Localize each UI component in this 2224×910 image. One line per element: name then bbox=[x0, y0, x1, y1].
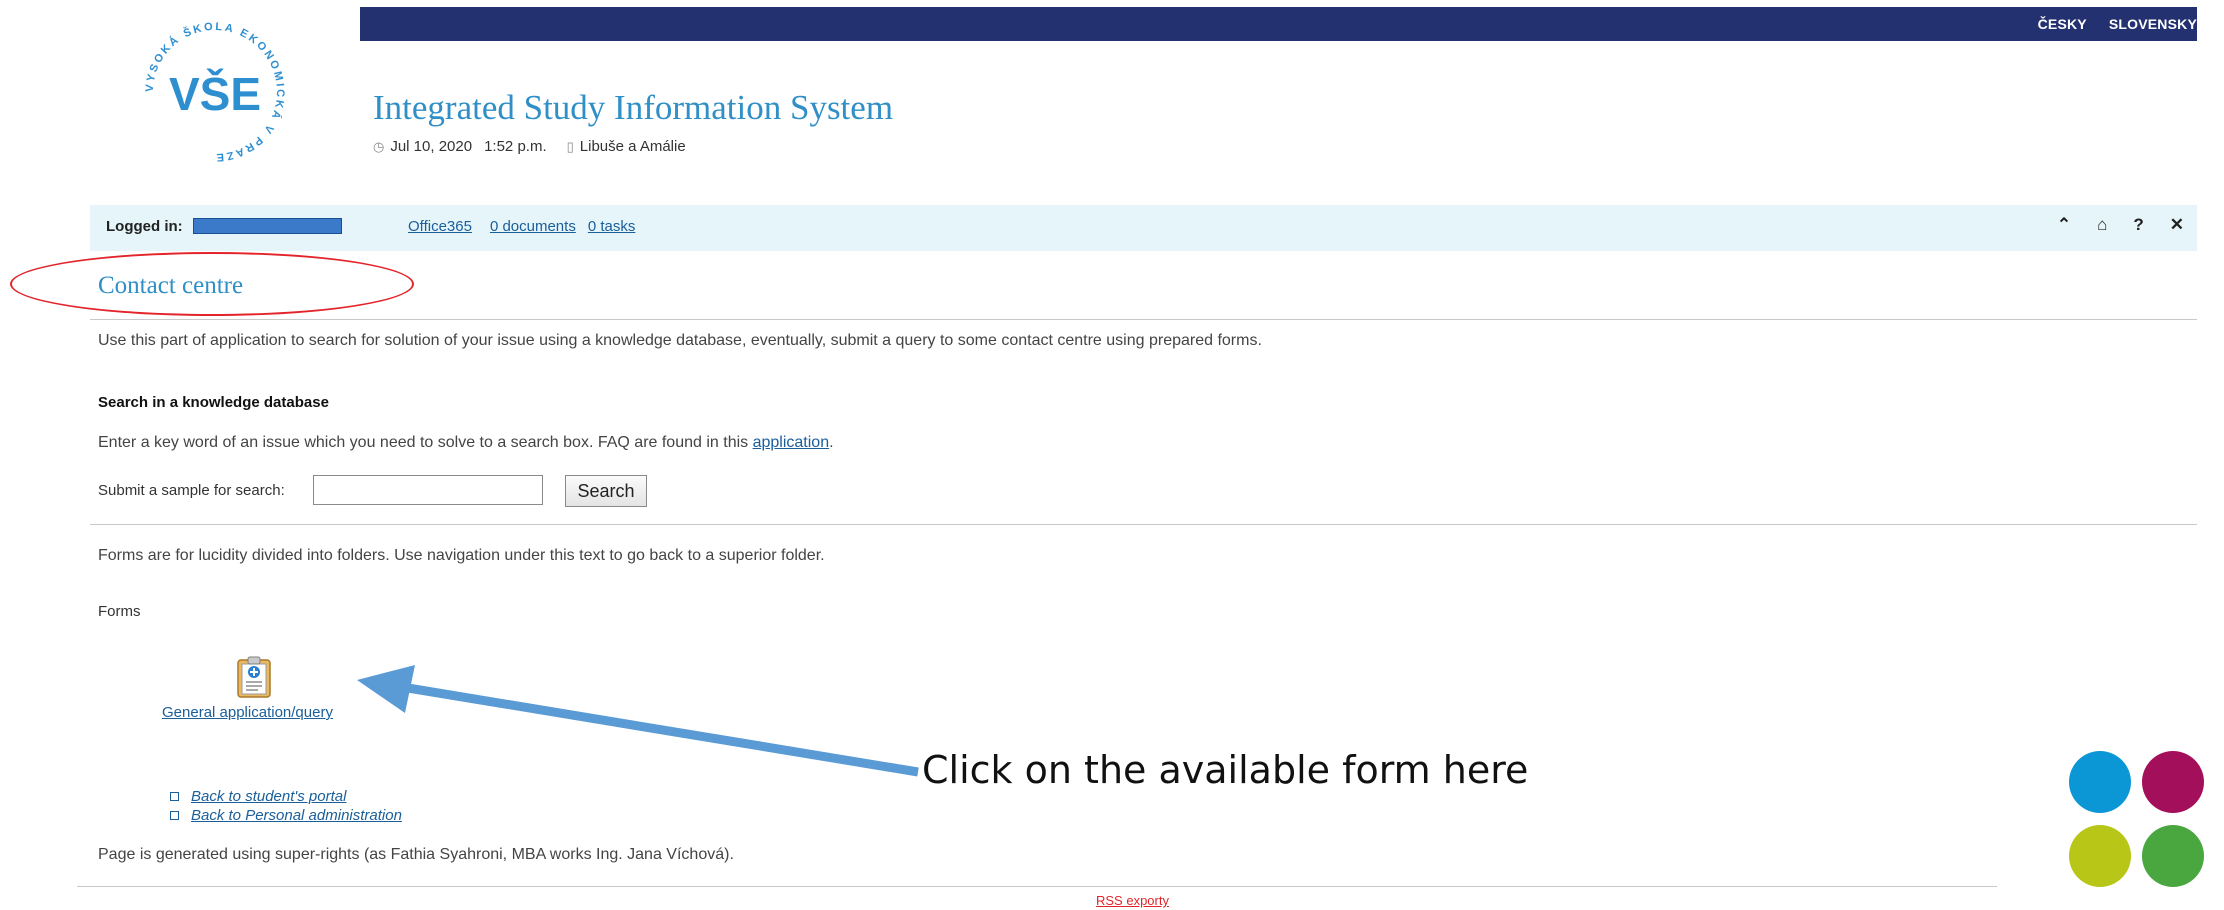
application-link[interactable]: application bbox=[753, 434, 830, 451]
search-button[interactable]: Search bbox=[565, 475, 647, 507]
rss-export-link[interactable]: RSS exporty bbox=[1096, 893, 1169, 908]
divider bbox=[90, 524, 2197, 525]
brand-dot-green bbox=[2142, 825, 2204, 887]
search-label: Submit a sample for search: bbox=[98, 482, 285, 499]
forms-heading: Forms bbox=[98, 603, 141, 620]
top-banner bbox=[360, 7, 2197, 41]
documents-link[interactable]: 0 documents bbox=[490, 218, 576, 235]
annotation-text: Click on the available form here bbox=[922, 748, 1529, 792]
calendar-icon: ▯ bbox=[566, 138, 574, 154]
login-bar-links: Office365 0 documents 0 tasks bbox=[408, 218, 635, 235]
back-navigation: Back to student's portal Back to Persona… bbox=[170, 787, 402, 825]
back-to-personal-admin-link[interactable]: Back to Personal administration bbox=[191, 807, 402, 824]
intro-text: Use this part of application to search f… bbox=[98, 332, 1262, 349]
brand-dot-blue bbox=[2069, 751, 2131, 813]
divider bbox=[77, 886, 1997, 887]
chevron-up-icon[interactable]: ⌃ bbox=[2057, 215, 2071, 235]
language-czech[interactable]: ČESKY bbox=[2038, 16, 2087, 32]
divider bbox=[90, 319, 2197, 320]
login-bar bbox=[90, 205, 2197, 251]
app-title: Integrated Study Information System bbox=[373, 88, 894, 127]
header-meta: ◷ Jul 10, 2020 1:52 p.m. ▯ Libuše a Amál… bbox=[373, 138, 686, 155]
header-date: Jul 10, 2020 bbox=[390, 138, 473, 155]
list-item: Back to Personal administration bbox=[170, 806, 402, 825]
vse-logo: VYSOKÁ ŠKOLA EKONOMICKÁ V PRAZE VŠE bbox=[144, 21, 284, 163]
list-item: Back to student's portal bbox=[170, 787, 402, 806]
header-nameday: Libuše a Amálie bbox=[579, 138, 686, 155]
office365-link[interactable]: Office365 bbox=[408, 218, 472, 235]
logo-emblem: VŠE bbox=[169, 68, 261, 120]
bullet-icon bbox=[170, 792, 179, 801]
clock-icon: ◷ bbox=[373, 138, 385, 154]
bullet-icon bbox=[170, 811, 179, 820]
redacted-username bbox=[193, 218, 342, 234]
header-time: 1:52 p.m. bbox=[484, 138, 547, 155]
highlight-ellipse bbox=[10, 252, 414, 316]
brand-dot-magenta bbox=[2142, 751, 2204, 813]
brand-dot-lime bbox=[2069, 825, 2131, 887]
home-icon[interactable]: ⌂ bbox=[2097, 215, 2107, 235]
search-input[interactable] bbox=[313, 475, 543, 505]
back-to-portal-link[interactable]: Back to student's portal bbox=[191, 788, 346, 805]
form-document-icon[interactable] bbox=[237, 656, 271, 698]
tasks-link[interactable]: 0 tasks bbox=[588, 218, 636, 235]
search-heading: Search in a knowledge database bbox=[98, 394, 329, 411]
forms-description: Forms are for lucidity divided into fold… bbox=[98, 547, 825, 564]
language-switcher: ČESKY SLOVENSKY bbox=[2038, 7, 2197, 41]
close-icon[interactable]: ✕ bbox=[2170, 215, 2184, 235]
logged-in-label: Logged in: bbox=[106, 218, 183, 235]
language-slovak[interactable]: SLOVENSKY bbox=[2109, 16, 2197, 32]
footer-note: Page is generated using super-rights (as… bbox=[98, 846, 734, 863]
search-description: Enter a key word of an issue which you n… bbox=[98, 434, 834, 451]
search-description-text: Enter a key word of an issue which you n… bbox=[98, 434, 749, 451]
general-application-form-link[interactable]: General application/query bbox=[162, 704, 333, 721]
help-icon[interactable]: ? bbox=[2133, 215, 2143, 235]
toolbar-icons: ⌃ ⌂ ? ✕ bbox=[2057, 215, 2184, 235]
